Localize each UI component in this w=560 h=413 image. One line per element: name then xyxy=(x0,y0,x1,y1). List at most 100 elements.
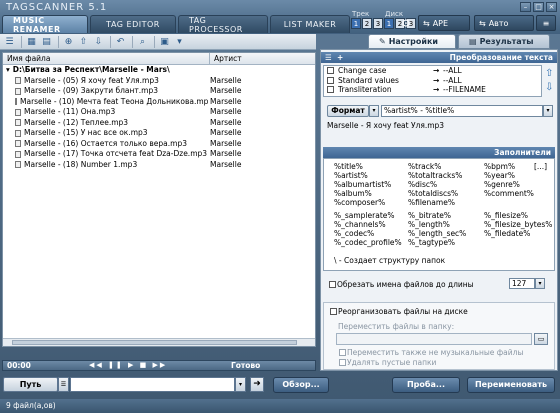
add-icon[interactable]: + xyxy=(337,52,343,63)
file-row[interactable]: Marselle - (16) Остается только вера.mp3… xyxy=(3,139,315,150)
placeholder-item[interactable]: %_filesize_bytes% xyxy=(484,220,552,229)
trim-checkbox[interactable] xyxy=(329,281,336,288)
file-row[interactable]: Marselle - (18) Number 1.mp3 Marselle xyxy=(3,160,315,171)
pause-icon[interactable]: ❚❚ xyxy=(108,361,124,369)
file-row[interactable]: Marselle - (09) Закрути блант.mp3 Marsell… xyxy=(3,86,315,97)
placeholder-item[interactable]: %filename% xyxy=(408,198,462,207)
tab-tag-editor[interactable]: TAG EDITOR xyxy=(90,15,176,33)
placeholder-item[interactable]: %_bitrate% xyxy=(408,211,466,220)
placeholder-item[interactable]: %_length_sec% xyxy=(408,229,466,238)
placeholder-item[interactable]: %_channels% xyxy=(334,220,402,229)
file-row[interactable]: Marselle - (15) У нас все ок.mp3 Marselle xyxy=(3,128,315,139)
placeholder-item[interactable]: %genre% xyxy=(484,180,534,189)
file-row[interactable]: Marselle - (17) Точка отсчета feat Dza-D… xyxy=(3,149,315,160)
placeholder-item[interactable]: %_filesize% xyxy=(484,211,552,220)
settings-gear-icon[interactable]: ⚙ xyxy=(401,17,411,30)
go-arrow-icon[interactable]: ➜ xyxy=(250,377,264,392)
placeholder-item[interactable]: %disc% xyxy=(408,180,462,189)
format-dropdown-button[interactable]: ▾ xyxy=(369,105,379,117)
tab-music-renamer[interactable]: MUSIC RENAMER xyxy=(2,15,88,34)
placeholder-item[interactable]: %_length% xyxy=(408,220,466,229)
reorganize-checkbox[interactable] xyxy=(330,308,337,315)
placeholder-item[interactable]: %title% xyxy=(334,162,391,171)
add-files-icon[interactable]: ⊕ xyxy=(62,36,75,48)
image-icon[interactable]: ▣ xyxy=(158,36,171,48)
track-option[interactable]: 2 xyxy=(362,18,372,29)
placeholder-item[interactable]: %composer% xyxy=(334,198,391,207)
stop-icon[interactable]: ■ xyxy=(140,361,149,369)
auto-dropdown[interactable]: ⇆ Авто xyxy=(474,15,534,31)
collapse-arrow-icon[interactable]: ▾ xyxy=(6,65,10,76)
folder-browse-icon[interactable]: ▭ xyxy=(534,333,548,345)
placeholder-item[interactable]: %album% xyxy=(334,189,391,198)
move-down-icon[interactable]: ⇩ xyxy=(92,36,105,48)
file-row[interactable]: Marselle - (05) Я хочу feat Уля.mp3 Marse… xyxy=(3,76,315,87)
rename-button[interactable]: Переименовать xyxy=(467,377,555,393)
minimize-button[interactable]: – xyxy=(520,2,531,12)
search-icon[interactable]: ⌕ xyxy=(136,36,149,48)
file-row[interactable]: Marselle - (11) Она.mp3 Marselle xyxy=(3,107,315,118)
move-to-input[interactable] xyxy=(336,333,532,345)
transform-row[interactable]: Change case → --ALL xyxy=(324,66,541,76)
placeholder-item[interactable]: %artist% xyxy=(334,171,391,180)
maximize-button[interactable]: □ xyxy=(533,2,544,12)
path-history-dropdown[interactable]: ▾ xyxy=(235,377,246,392)
trim-length-input[interactable]: 127 xyxy=(509,278,535,289)
tab-settings[interactable]: ✎ Настройки xyxy=(368,34,456,49)
invert-selection-icon[interactable]: ▤ xyxy=(40,36,53,48)
disc-option[interactable]: 1 xyxy=(384,18,394,29)
placeholder-item[interactable]: %bpm% xyxy=(484,162,534,171)
trim-length-dropdown[interactable]: ▾ xyxy=(535,278,545,289)
scrollbar-thumb[interactable] xyxy=(12,340,297,345)
move-down-icon[interactable]: ⇩ xyxy=(545,82,553,93)
placeholder-item[interactable]: %comment% xyxy=(484,189,534,198)
folder-row[interactable]: ▾ D:\Битва за Респект\Marselle - Mars\ xyxy=(3,65,315,76)
tab-list-maker[interactable]: LIST MAKER xyxy=(270,15,350,33)
list-icon[interactable]: ☰ xyxy=(325,52,332,63)
placeholder-item[interactable]: %totaltracks% xyxy=(408,171,462,180)
path-button[interactable]: Путь xyxy=(3,377,58,392)
placeholder-item[interactable]: %track% xyxy=(408,162,462,171)
undo-icon[interactable]: ↶ xyxy=(114,36,127,48)
menu-button[interactable]: ≡ xyxy=(536,15,556,31)
format-button[interactable]: Формат xyxy=(327,105,369,117)
close-button[interactable]: × xyxy=(546,2,557,12)
play-icon[interactable]: ▶ xyxy=(128,361,135,369)
placeholder-item[interactable]: %_codec% xyxy=(334,229,402,238)
format-history-button[interactable]: ▾ xyxy=(543,105,553,117)
transform-checkbox[interactable] xyxy=(327,76,334,84)
preview-button[interactable]: Проба... xyxy=(392,377,460,393)
transform-row[interactable]: Standard values → --ALL xyxy=(324,76,541,86)
list-view-icon[interactable]: ☰ xyxy=(3,36,16,48)
move-up-icon[interactable]: ⇧ xyxy=(545,68,553,79)
column-header-filename[interactable]: Имя файла xyxy=(3,53,210,64)
placeholder-item[interactable]: %_codec_profile% xyxy=(334,238,402,247)
transform-checkbox[interactable] xyxy=(327,86,334,94)
column-header-artist[interactable]: Артист xyxy=(210,53,315,64)
horizontal-scrollbar[interactable] xyxy=(3,338,315,346)
move-up-icon[interactable]: ⇧ xyxy=(77,36,90,48)
rewind-icon[interactable]: ◀◀ xyxy=(89,361,104,369)
transform-checkbox[interactable] xyxy=(327,67,334,75)
track-option[interactable]: 3 xyxy=(373,18,383,29)
path-mode-dropdown[interactable]: ☰ xyxy=(58,377,69,392)
path-input[interactable] xyxy=(70,377,235,392)
placeholder-item[interactable]: %_filedate% xyxy=(484,229,552,238)
select-all-icon[interactable]: ▦ xyxy=(25,36,38,48)
more-placeholders-button[interactable]: [...] xyxy=(534,162,547,171)
browse-button[interactable]: Обзор... xyxy=(273,377,329,393)
tab-tag-processor[interactable]: TAG PROCESSOR xyxy=(178,15,268,34)
tab-results[interactable]: ▤ Результаты xyxy=(458,34,550,49)
dropdown-arrow-icon[interactable]: ▾ xyxy=(173,36,186,48)
move-nonmusic-checkbox[interactable] xyxy=(339,349,346,356)
file-row[interactable]: Marselle - (12) Теплее.mp3 Marselle xyxy=(3,118,315,129)
placeholder-item[interactable]: %totaldiscs% xyxy=(408,189,462,198)
delete-empty-checkbox[interactable] xyxy=(339,359,346,366)
placeholder-item[interactable]: %_tagtype% xyxy=(408,238,466,247)
forward-icon[interactable]: ▶▶ xyxy=(152,361,167,369)
placeholder-item[interactable]: %year% xyxy=(484,171,534,180)
track-option[interactable]: 1 xyxy=(351,18,361,29)
ape-dropdown[interactable]: ⇆ APE xyxy=(418,15,470,31)
transform-row[interactable]: Transliteration → --FILENAME xyxy=(324,85,541,95)
placeholder-item[interactable]: %albumartist% xyxy=(334,180,391,189)
